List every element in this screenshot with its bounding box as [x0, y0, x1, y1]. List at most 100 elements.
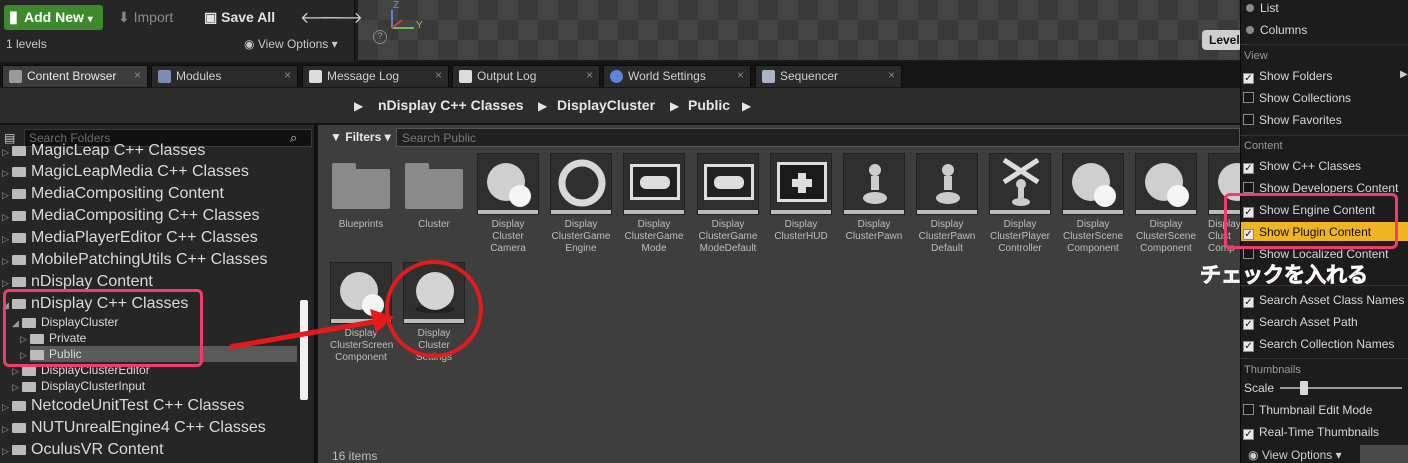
asset-tile[interactable]: Display ClusterGame ModeDefault	[697, 153, 759, 255]
close-icon[interactable]: ×	[737, 68, 744, 82]
filter-icon: ▼	[330, 130, 342, 144]
sphere-icon	[1135, 153, 1197, 215]
menu-section-content: Content	[1244, 140, 1283, 152]
breadcrumb-public[interactable]: Public	[688, 97, 730, 113]
tree-item[interactable]: ▷ NUTUnrealEngine4 C++ Classes	[2, 419, 266, 437]
close-icon[interactable]: ×	[435, 68, 442, 82]
tree-item[interactable]: ▷ MobilePatchingUtils C++ Classes	[2, 251, 268, 269]
import-button[interactable]: ⬇ Import	[118, 9, 173, 26]
annotation-note: チェックを入れる	[1200, 264, 1369, 288]
menu-item-columns[interactable]: Columns	[1244, 23, 1307, 37]
sphere-icon	[477, 153, 539, 215]
folder-icon	[12, 276, 26, 287]
expand-arrow-icon: ▷	[2, 446, 9, 456]
checkbox-checked-icon: ✓	[1243, 341, 1254, 352]
close-icon[interactable]: ×	[888, 68, 895, 82]
asset-tile[interactable]: Blueprints	[330, 153, 392, 231]
breadcrumb-separator: ▶	[670, 99, 680, 113]
menu-item-search-collection[interactable]: ✓ Search Collection Names	[1243, 337, 1394, 352]
tree-item[interactable]: ▷ MediaCompositing C++ Classes	[2, 207, 260, 225]
save-all-button[interactable]: ▣ Save All	[204, 9, 275, 26]
tree-item[interactable]: ▷ DisplayClusterInput	[12, 379, 145, 393]
help-icon[interactable]: ?	[373, 30, 387, 44]
asset-tile[interactable]: Display ClusterGame Mode	[623, 153, 685, 255]
asset-tile[interactable]: Cluster	[403, 153, 465, 231]
scale-slider-handle[interactable]	[1300, 381, 1308, 395]
search-public-input[interactable]: Search Public	[396, 128, 1240, 147]
breadcrumb-separator: ▶	[742, 99, 752, 113]
folder-icon	[12, 422, 26, 433]
checkbox-checked-icon: ✓	[1243, 319, 1254, 330]
gamepad-icon	[697, 153, 759, 215]
status-strip	[1360, 445, 1408, 463]
tree-item[interactable]: ▷ MediaCompositing Content	[2, 185, 224, 203]
breadcrumb-ndisplay[interactable]: nDisplay C++ Classes	[378, 97, 524, 113]
caret-down-icon: ▾	[1335, 448, 1342, 462]
menu-item-search-asset-path[interactable]: ✓ Search Asset Path	[1243, 315, 1358, 330]
tree-item[interactable]: ▷ MagicLeap C++ Classes	[2, 142, 205, 160]
asset-tile[interactable]: Display ClusterScene Component	[1062, 153, 1124, 255]
asset-tile[interactable]: Display ClusterPawn	[843, 153, 905, 243]
tab-world-settings[interactable]: World Settings ×	[603, 65, 751, 87]
import-icon: ⬇	[118, 9, 130, 25]
checkbox-checked-icon: ✓	[1243, 297, 1254, 308]
radio-icon	[1246, 26, 1254, 34]
folder-icon	[403, 153, 465, 215]
sphere-icon	[1062, 153, 1124, 215]
expand-arrow-icon: ▷	[2, 278, 9, 288]
asset-tile[interactable]: Display ClusterPlayer Controller	[989, 153, 1051, 255]
tab-content-browser[interactable]: Content Browser ×	[2, 65, 148, 87]
sequencer-icon	[762, 70, 775, 83]
tree-item[interactable]: ▷ MediaPlayerEditor C++ Classes	[2, 229, 258, 247]
menu-item-realtime-thumbnails[interactable]: ✓ Real-Time Thumbnails	[1243, 425, 1379, 440]
breadcrumb-displaycluster[interactable]: DisplayCluster	[557, 97, 655, 113]
close-icon[interactable]: ×	[134, 68, 141, 82]
scale-label: Scale	[1244, 381, 1275, 395]
folder-icon	[12, 210, 26, 221]
checkbox-icon	[1243, 182, 1254, 193]
menu-item-show-favorites[interactable]: Show Favorites	[1243, 113, 1342, 127]
add-new-button[interactable]: ▮ Add New ▾	[4, 5, 103, 30]
asset-tile[interactable]: Display ClusterGame Engine	[550, 153, 612, 255]
folder-icon	[12, 166, 26, 177]
folder-icon	[12, 232, 26, 243]
expand-arrow-icon: ▷	[2, 402, 9, 412]
menu-item-thumbnail-edit[interactable]: Thumbnail Edit Mode	[1243, 403, 1372, 417]
tab-output-log[interactable]: Output Log ×	[452, 65, 600, 87]
menu-section-view: View	[1244, 50, 1268, 62]
folder-icon	[12, 188, 26, 199]
tree-item[interactable]: ▷ NetcodeUnitTest C++ Classes	[2, 397, 244, 415]
tree-item[interactable]: ▷ OculusVR Content	[2, 441, 164, 459]
tab-sequencer[interactable]: Sequencer ×	[755, 65, 902, 87]
scale-slider[interactable]	[1280, 387, 1402, 389]
output-log-icon	[459, 70, 472, 83]
menu-item-show-collections[interactable]: Show Collections	[1243, 91, 1351, 105]
close-icon[interactable]: ×	[586, 68, 593, 82]
filters-button[interactable]: ▼ Filters ▾	[330, 130, 391, 144]
tab-message-log[interactable]: Message Log ×	[302, 65, 449, 87]
levels-view-options-button[interactable]: ◉ View Options ▾	[244, 37, 338, 51]
ring-icon	[550, 153, 612, 215]
asset-tile[interactable]: Display ClusterScene Component	[1135, 153, 1197, 255]
menu-item-list[interactable]: List	[1244, 1, 1279, 15]
view-options-button[interactable]: ◉ View Options ▾	[1248, 448, 1342, 462]
close-icon[interactable]: ×	[284, 68, 291, 82]
expand-arrow-icon: ▷	[2, 234, 9, 244]
expand-arrow-icon: ▷	[2, 147, 9, 157]
menu-item-search-asset-class[interactable]: ✓ Search Asset Class Names	[1243, 293, 1404, 308]
level-badge: Level:	[1202, 30, 1244, 50]
forward-arrow-icon[interactable]: 🡒	[320, 7, 363, 28]
caret-down-icon: ▾	[331, 37, 338, 51]
menu-item-show-folders[interactable]: ✓ Show Folders	[1243, 69, 1332, 84]
asset-tile[interactable]: Display Cluster Camera	[477, 153, 539, 255]
checkbox-icon	[1243, 404, 1254, 415]
pawn-icon	[843, 153, 905, 215]
menu-item-show-cpp[interactable]: ✓ Show C++ Classes	[1243, 159, 1361, 174]
asset-tile[interactable]: Display ClusterHUD	[770, 153, 832, 243]
annotation-arrow-icon	[229, 309, 394, 350]
tab-modules[interactable]: Modules ×	[151, 65, 298, 87]
annotation-circle	[385, 260, 483, 358]
level-viewport[interactable]	[358, 0, 1240, 60]
tree-item[interactable]: ▷ MagicLeapMedia C++ Classes	[2, 163, 249, 181]
asset-tile[interactable]: Display ClusterPawn Default	[916, 153, 978, 255]
